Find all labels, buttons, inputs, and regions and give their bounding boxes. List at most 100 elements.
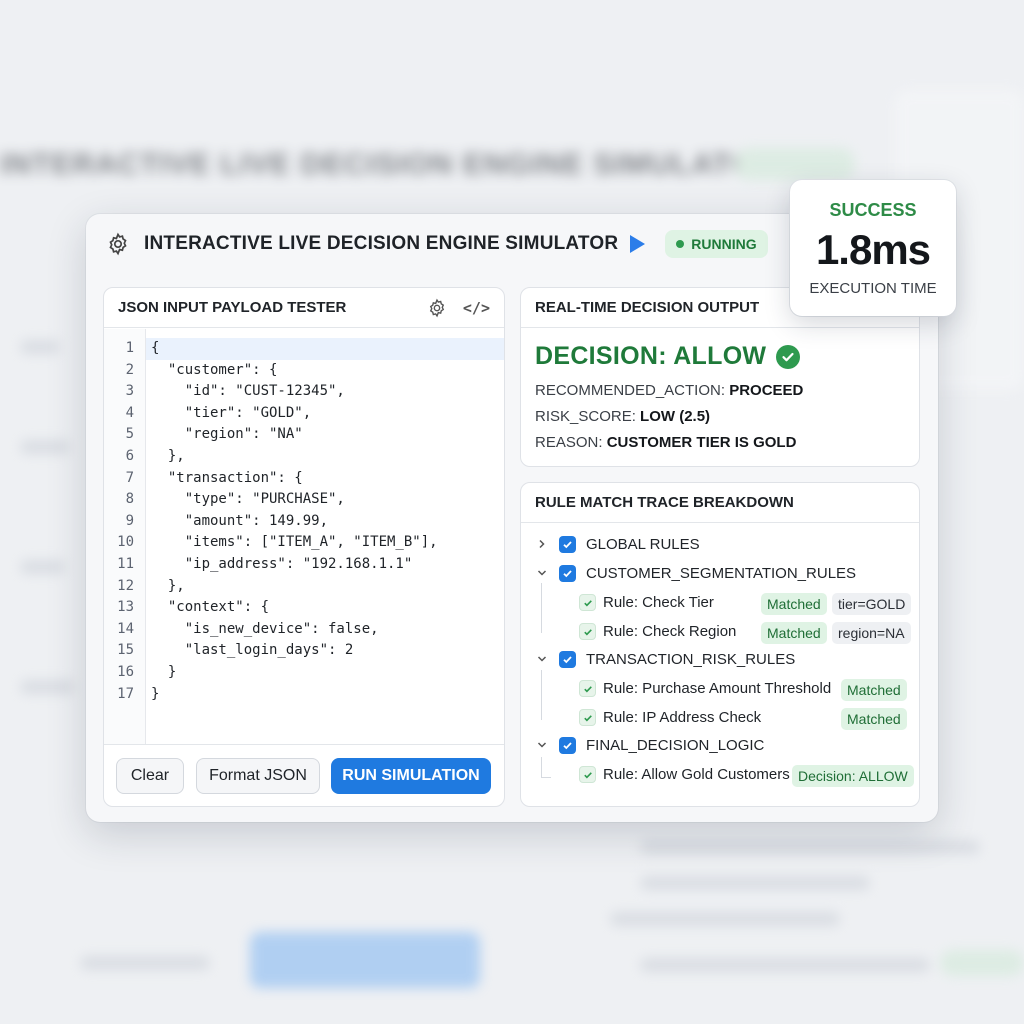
check-icon [579, 680, 596, 697]
rule-group-label: FINAL_DECISION_LOGIC [586, 737, 765, 754]
background-tag [940, 950, 1024, 976]
check-icon [579, 766, 596, 783]
matched-badge: Matched [761, 593, 827, 615]
field-value: PROCEED [729, 382, 804, 399]
active-line-highlight [104, 338, 504, 360]
json-input-panel: JSON INPUT PAYLOAD TESTER </> 1234567891… [103, 287, 505, 807]
tree-connector [541, 757, 542, 777]
recommended-action-field: RECOMMENDED_ACTION: PROCEED [535, 382, 803, 399]
status-dot-icon [676, 240, 685, 248]
line-number: 10 [117, 534, 134, 551]
code-line: "items": ["ITEM_A", "ITEM_B"], [151, 534, 438, 551]
line-number: 16 [117, 664, 134, 680]
code-line: "is_new_device": false, [151, 620, 379, 637]
field-key: REASON: [535, 434, 603, 451]
window-title: INTERACTIVE LIVE DECISION ENGINE SIMULAT… [144, 233, 619, 254]
line-number: 5 [125, 426, 134, 443]
chevron-down-icon[interactable] [535, 653, 549, 667]
code-line: "region": "NA" [151, 426, 303, 443]
line-number: 1 [125, 340, 134, 356]
code-line: } [151, 664, 177, 680]
json-button-row: Clear Format JSON RUN SIMULATION [104, 744, 504, 806]
code-line: "customer": { [151, 361, 278, 378]
rule-group-global[interactable]: GLOBAL RULES [535, 536, 700, 553]
chevron-down-icon[interactable] [535, 567, 549, 581]
check-icon [579, 623, 596, 640]
field-key: RISK_SCORE: [535, 408, 636, 425]
rule-label: Rule: IP Address Check [603, 709, 762, 726]
clear-button[interactable]: Clear [116, 758, 184, 794]
line-number: 4 [125, 404, 134, 421]
checkbox[interactable] [559, 536, 576, 553]
tree-connector [541, 777, 551, 778]
code-line: } [151, 685, 160, 702]
rule-label: Rule: Purchase Amount Threshold [603, 680, 832, 697]
code-line: }, [151, 577, 185, 594]
check-icon [579, 594, 596, 611]
execution-summary-card: SUCCESS 1.8ms EXECUTION TIME [790, 180, 956, 316]
background-line [640, 876, 870, 890]
line-number: 14 [117, 620, 134, 637]
rule-group-label: TRANSACTION_RISK_RULES [586, 651, 796, 668]
line-number: 17 [117, 685, 134, 702]
code-line: }, [151, 448, 185, 464]
rule-check-tier[interactable]: Rule: Check Tier [579, 594, 714, 611]
code-line: "tier": "GOLD", [151, 404, 312, 421]
play-icon[interactable] [630, 235, 646, 253]
checkbox[interactable] [559, 651, 576, 668]
format-json-button[interactable]: Format JSON [196, 758, 320, 794]
decision-badge: Decision: ALLOW [792, 765, 914, 787]
background-line [610, 912, 840, 926]
rule-purchase-amount-threshold[interactable]: Rule: Purchase Amount Threshold [579, 680, 831, 697]
field-value: CUSTOMER TIER IS GOLD [606, 434, 797, 451]
background-status-pill [735, 148, 855, 180]
rule-check-region[interactable]: Rule: Check Region [579, 623, 736, 640]
rule-group-final-decision[interactable]: FINAL_DECISION_LOGIC [535, 737, 764, 754]
code-icon[interactable]: </> [463, 299, 490, 317]
checkbox[interactable] [559, 565, 576, 582]
run-simulation-button[interactable]: RUN SIMULATION [331, 758, 491, 794]
json-editor[interactable]: 1 2 3 4 5 6 7 8 9 10 11 12 13 14 15 16 17 { "customer": … [104, 329, 504, 745]
background-status-pill [940, 110, 1024, 136]
tree-connector [541, 670, 542, 720]
rule-group-customer-segmentation[interactable]: CUSTOMER_SEGMENTATION_RULES [535, 565, 856, 582]
rule-label: Rule: Check Tier [603, 594, 714, 611]
code-line: { [151, 340, 160, 356]
rule-group-transaction-risk[interactable]: TRANSACTION_RISK_RULES [535, 651, 795, 668]
gear-icon[interactable] [106, 232, 130, 256]
decision-panel-title: REAL-TIME DECISION OUTPUT [535, 299, 760, 316]
rule-ip-address-check[interactable]: Rule: IP Address Check [579, 709, 761, 726]
rule-label: Rule: Allow Gold Customers [603, 766, 790, 783]
risk-score-field: RISK_SCORE: LOW (2.5) [535, 408, 710, 425]
line-number: 11 [117, 556, 134, 572]
execution-time-value: 1.8ms [815, 226, 931, 273]
gear-icon[interactable] [427, 298, 447, 318]
reason-field: REASON: CUSTOMER TIER IS GOLD [535, 434, 796, 451]
background-line [80, 956, 210, 970]
background-line [20, 560, 65, 574]
rule-group-label: GLOBAL RULES [586, 536, 700, 553]
line-number: 13 [117, 599, 134, 616]
json-panel-header: JSON INPUT PAYLOAD TESTER </> [104, 288, 504, 328]
code-line: "id": "CUST-12345", [151, 383, 345, 400]
background-line [640, 840, 980, 854]
checkbox[interactable] [559, 737, 576, 754]
code-line: "context": { [151, 599, 270, 616]
line-number: 2 [125, 361, 134, 378]
field-key: RECOMMENDED_ACTION: [535, 382, 726, 399]
check-circle-icon [776, 344, 801, 369]
status-label: RUNNING [691, 236, 757, 252]
background-title: INTERACTIVE LIVE DECISION ENGINE SIMULAT… [0, 148, 778, 181]
field-value: LOW (2.5) [640, 408, 711, 425]
rule-label: Rule: Check Region [603, 623, 737, 640]
code-line: "amount": 149.99, [151, 512, 329, 529]
line-number: 8 [125, 491, 134, 508]
line-number: 12 [117, 577, 134, 594]
code-line: "transaction": { [151, 469, 303, 486]
background-run-button [250, 932, 480, 988]
rule-detail-badge: region=NA [832, 622, 911, 644]
rule-allow-gold-customers[interactable]: Rule: Allow Gold Customers [579, 766, 790, 783]
chevron-down-icon[interactable] [535, 739, 549, 753]
chevron-right-icon[interactable] [535, 538, 549, 552]
trace-panel-header: RULE MATCH TRACE BREAKDOWN [521, 483, 919, 523]
